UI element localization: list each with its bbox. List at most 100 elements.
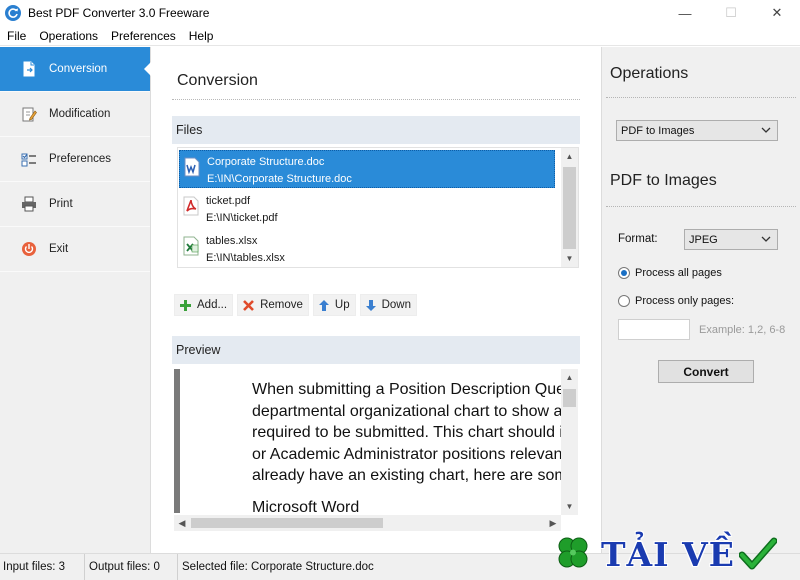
files-header: Files [172, 116, 580, 144]
remove-x-icon [243, 299, 254, 311]
scroll-right-arrow-icon[interactable]: ▶ [545, 518, 561, 529]
app-refresh-icon [5, 5, 21, 21]
menu-preferences[interactable]: Preferences [104, 29, 182, 43]
operations-title: Operations [610, 65, 689, 82]
window-title: Best PDF Converter 3.0 Freeware [28, 6, 210, 20]
sidebar-item-label: Modification [49, 108, 111, 120]
file-list-scrollbar[interactable]: ▲ ▼ [561, 148, 578, 267]
operation-select-value: PDF to Images [621, 124, 695, 137]
preview-header: Preview [172, 336, 580, 364]
status-input-files: Input files: 3 [0, 554, 85, 580]
sidebar-item-preferences[interactable]: Preferences [0, 137, 150, 182]
scroll-left-arrow-icon[interactable]: ◀ [174, 518, 190, 529]
up-label: Up [334, 299, 350, 311]
add-file-button[interactable]: Add... [174, 294, 234, 316]
scroll-up-arrow-icon[interactable]: ▲ [561, 369, 578, 386]
arrow-down-icon [365, 299, 376, 311]
preview-line: departmental organizational chart to sho… [252, 402, 570, 420]
move-up-button[interactable]: Up [312, 294, 356, 316]
preview-vertical-scrollbar[interactable]: ▲ ▼ [561, 369, 578, 515]
preview-horizontal-scrollbar[interactable]: ◀ ▶ [174, 515, 561, 531]
chevron-down-icon [761, 236, 771, 242]
preview-margin-bar [174, 369, 180, 513]
process-all-pages-radio[interactable]: Process all pages [618, 267, 722, 279]
preview-line: When submitting a Position Description Q… [252, 381, 574, 398]
sidebar: Conversion Modification Preferences Prin… [0, 47, 151, 553]
scroll-up-arrow-icon[interactable]: ▲ [561, 148, 578, 165]
format-select[interactable]: JPEG [684, 229, 778, 250]
sidebar-item-exit[interactable]: Exit [0, 227, 150, 272]
scroll-thumb[interactable] [563, 167, 576, 249]
file-path: E:\IN\Corporate Structure.doc [207, 173, 352, 185]
file-name: Corporate Structure.doc [207, 156, 325, 168]
format-select-value: JPEG [689, 233, 718, 246]
title-bar: Best PDF Converter 3.0 Freeware — ☐ ✕ [0, 0, 800, 26]
menu-bar: File Operations Preferences Help [0, 26, 800, 46]
operation-subtitle: PDF to Images [610, 172, 717, 189]
sidebar-item-label: Print [49, 198, 73, 210]
file-toolbar: Add... Remove Up Down [174, 294, 421, 316]
exit-icon [20, 240, 38, 258]
scroll-down-arrow-icon[interactable]: ▼ [561, 498, 578, 515]
clover-icon [558, 537, 588, 568]
file-list-item[interactable]: tables.xlsx E:\IN\tables.xlsx [179, 230, 555, 268]
scroll-thumb[interactable] [191, 518, 383, 528]
sidebar-item-label: Exit [49, 243, 69, 255]
file-list-item[interactable]: Corporate Structure.doc E:\IN\Corporate … [179, 150, 555, 188]
close-button[interactable]: ✕ [754, 0, 800, 26]
remove-label: Remove [260, 299, 303, 311]
arrow-up-icon [318, 299, 329, 311]
process-only-pages-radio[interactable]: Process only pages: [618, 295, 734, 307]
radio-label: Process all pages [635, 267, 722, 279]
sidebar-item-modification[interactable]: Modification [0, 92, 150, 137]
radio-label: Process only pages: [635, 295, 735, 307]
format-label: Format: [618, 233, 658, 245]
file-name: tables.xlsx [206, 235, 258, 247]
radio-unselected-icon [618, 295, 630, 307]
chevron-down-icon [761, 127, 771, 133]
file-path: E:\IN\ticket.pdf [206, 212, 278, 224]
file-name: ticket.pdf [206, 195, 251, 207]
watermark-text: TẢI VỀ [601, 534, 735, 574]
minimize-button[interactable]: — [662, 0, 708, 26]
sidebar-item-label: Conversion [49, 63, 108, 75]
add-label: Add... [197, 299, 228, 311]
maximize-button[interactable]: ☐ [708, 0, 754, 26]
convert-button[interactable]: Convert [658, 360, 754, 383]
download-watermark: TẢI VỀ [553, 531, 798, 577]
remove-file-button[interactable]: Remove [237, 294, 309, 316]
preferences-icon [20, 150, 38, 168]
menu-help[interactable]: Help [182, 29, 220, 43]
pages-hint: Example: 1,2, 6-8 [699, 324, 786, 336]
excel-file-icon [183, 236, 199, 256]
print-icon [20, 195, 38, 213]
preview-line: or Academic Administrator positions rele… [252, 445, 567, 463]
radio-selected-icon [618, 267, 630, 279]
sidebar-item-conversion[interactable]: Conversion [0, 47, 151, 92]
status-selected-file: Selected file: Corporate Structure.doc [182, 561, 374, 573]
preview-line: required to be submitted. This chart sho… [252, 424, 572, 441]
menu-operations[interactable]: Operations [32, 29, 104, 43]
preview-line: already have an existing chart, here are… [252, 467, 577, 484]
move-down-button[interactable]: Down [359, 294, 417, 316]
menu-file[interactable]: File [0, 29, 32, 43]
pdf-file-icon [183, 196, 199, 216]
plus-icon [180, 299, 191, 311]
sidebar-item-print[interactable]: Print [0, 182, 150, 227]
conversion-panel: Conversion Files Corporate Structure.doc… [152, 47, 600, 553]
status-output-files: Output files: 0 [85, 554, 178, 580]
down-label: Down [381, 299, 411, 311]
operations-panel: Operations PDF to Images PDF to Images F… [601, 47, 800, 553]
file-list-item[interactable]: ticket.pdf E:\IN\ticket.pdf [179, 190, 555, 228]
page-title: Conversion [177, 72, 258, 89]
scroll-thumb[interactable] [563, 389, 576, 407]
document-preview[interactable]: When submitting a Position Description Q… [174, 369, 578, 531]
divider [606, 97, 796, 98]
scroll-down-arrow-icon[interactable]: ▼ [561, 250, 578, 267]
conversion-icon [20, 60, 38, 78]
divider [606, 206, 796, 207]
file-list[interactable]: Corporate Structure.doc E:\IN\Corporate … [177, 147, 579, 268]
file-path: E:\IN\tables.xlsx [206, 252, 285, 264]
operation-select[interactable]: PDF to Images [616, 120, 778, 141]
pages-input[interactable] [618, 319, 690, 340]
